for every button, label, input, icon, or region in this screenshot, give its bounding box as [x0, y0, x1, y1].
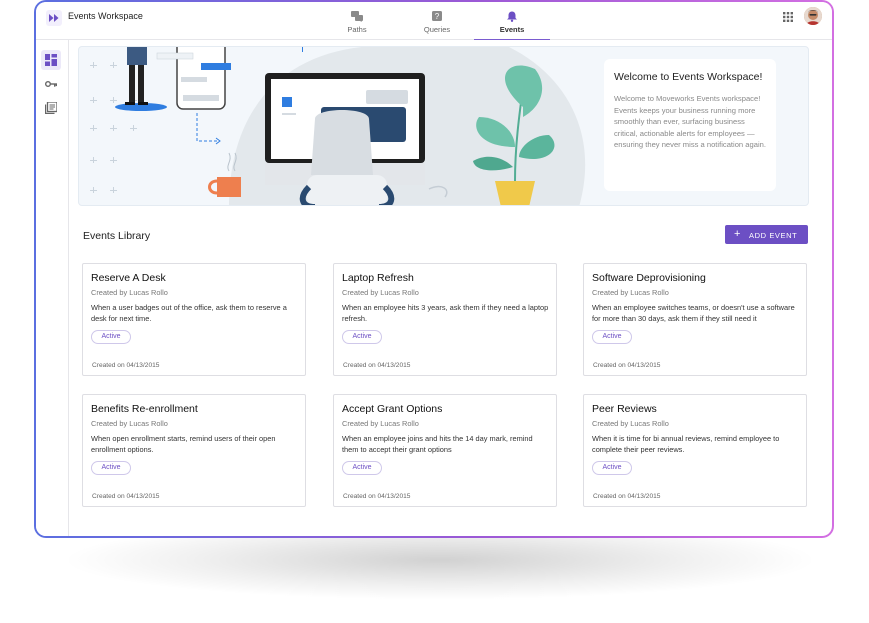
event-description: When it is time for bi annual reviews, r…	[592, 434, 780, 454]
tab-label: Paths	[347, 25, 367, 34]
event-created-date: Created on 04/13/2015	[92, 493, 160, 500]
tab-label: Events	[499, 25, 525, 34]
welcome-banner: Welcome to Events Workspace! Welcome to …	[78, 46, 809, 206]
event-title: Laptop Refresh	[342, 272, 414, 284]
add-event-button[interactable]: + ADD EVENT	[725, 225, 808, 244]
status-badge: Active	[342, 461, 382, 475]
avatar-image	[804, 7, 822, 25]
event-created-date: Created on 04/13/2015	[593, 362, 661, 369]
key-icon	[45, 81, 57, 87]
status-badge: Active	[592, 461, 632, 475]
welcome-card: Welcome to Events Workspace! Welcome to …	[604, 59, 776, 191]
top-bar: Events Workspace Paths ? Queries Events	[36, 2, 832, 40]
event-created-date: Created on 04/13/2015	[343, 493, 411, 500]
tab-paths[interactable]: Paths	[319, 6, 395, 40]
app-logo-icon[interactable]	[46, 10, 62, 26]
app-window-frame: Events Workspace Paths ? Queries Events …	[34, 0, 834, 538]
event-title: Accept Grant Options	[342, 403, 443, 415]
app-window: Events Workspace Paths ? Queries Events …	[36, 2, 832, 536]
event-description: When an employee switches teams, or does…	[592, 303, 795, 323]
status-badge: Active	[91, 461, 131, 475]
dashboard-icon	[45, 54, 57, 66]
event-author: Created by Lucas Rollo	[592, 419, 669, 428]
add-event-label: ADD EVENT	[749, 231, 798, 240]
event-card[interactable]: Software Deprovisioning Created by Lucas…	[583, 263, 807, 376]
status-badge: Active	[342, 330, 382, 344]
event-created-date: Created on 04/13/2015	[343, 362, 411, 369]
event-created-date: Created on 04/13/2015	[593, 493, 661, 500]
event-title: Software Deprovisioning	[592, 272, 706, 284]
event-card[interactable]: Laptop Refresh Created by Lucas Rollo Wh…	[333, 263, 557, 376]
event-author: Created by Lucas Rollo	[91, 288, 168, 297]
event-author: Created by Lucas Rollo	[592, 288, 669, 297]
app-title: Events Workspace	[68, 11, 143, 21]
event-author: Created by Lucas Rollo	[91, 419, 168, 428]
status-badge: Active	[91, 330, 131, 344]
event-card[interactable]: Accept Grant Options Created by Lucas Ro…	[333, 394, 557, 507]
welcome-body: Welcome to Moveworks Events workspace! E…	[614, 94, 766, 149]
sidebar-item-dashboard[interactable]	[41, 50, 61, 70]
welcome-title: Welcome to Events Workspace!	[614, 71, 763, 83]
event-card[interactable]: Reserve A Desk Created by Lucas Rollo Wh…	[82, 263, 306, 376]
bell-icon	[507, 11, 517, 22]
event-description: When a user badges out of the office, as…	[91, 303, 287, 323]
event-created-date: Created on 04/13/2015	[92, 362, 160, 369]
plus-icon: +	[734, 228, 742, 240]
event-description: When open enrollment starts, remind user…	[91, 434, 276, 454]
svg-text:?: ?	[435, 12, 440, 21]
tab-queries[interactable]: ? Queries	[399, 6, 475, 40]
sidebar-item-library[interactable]	[41, 98, 61, 118]
library-icon	[45, 102, 57, 114]
apps-grid-icon[interactable]	[783, 12, 793, 22]
user-avatar[interactable]	[804, 7, 822, 25]
event-title: Reserve A Desk	[91, 272, 166, 284]
event-card[interactable]: Peer Reviews Created by Lucas Rollo When…	[583, 394, 807, 507]
event-card[interactable]: Benefits Re-enrollment Created by Lucas …	[82, 394, 306, 507]
event-description: When an employee hits 3 years, ask them …	[342, 303, 549, 323]
question-box-icon: ?	[432, 11, 442, 21]
event-description: When an employee joins and hits the 14 d…	[342, 434, 533, 454]
event-title: Benefits Re-enrollment	[91, 403, 198, 415]
chat-bubbles-icon	[351, 11, 363, 22]
event-author: Created by Lucas Rollo	[342, 288, 419, 297]
tab-label: Queries	[423, 25, 451, 34]
event-author: Created by Lucas Rollo	[342, 419, 419, 428]
event-title: Peer Reviews	[592, 403, 657, 415]
sidebar	[36, 40, 69, 536]
sidebar-item-keys[interactable]	[41, 74, 61, 94]
tab-events[interactable]: Events	[474, 6, 550, 40]
events-library-title: Events Library	[83, 230, 151, 242]
status-badge: Active	[592, 330, 632, 344]
